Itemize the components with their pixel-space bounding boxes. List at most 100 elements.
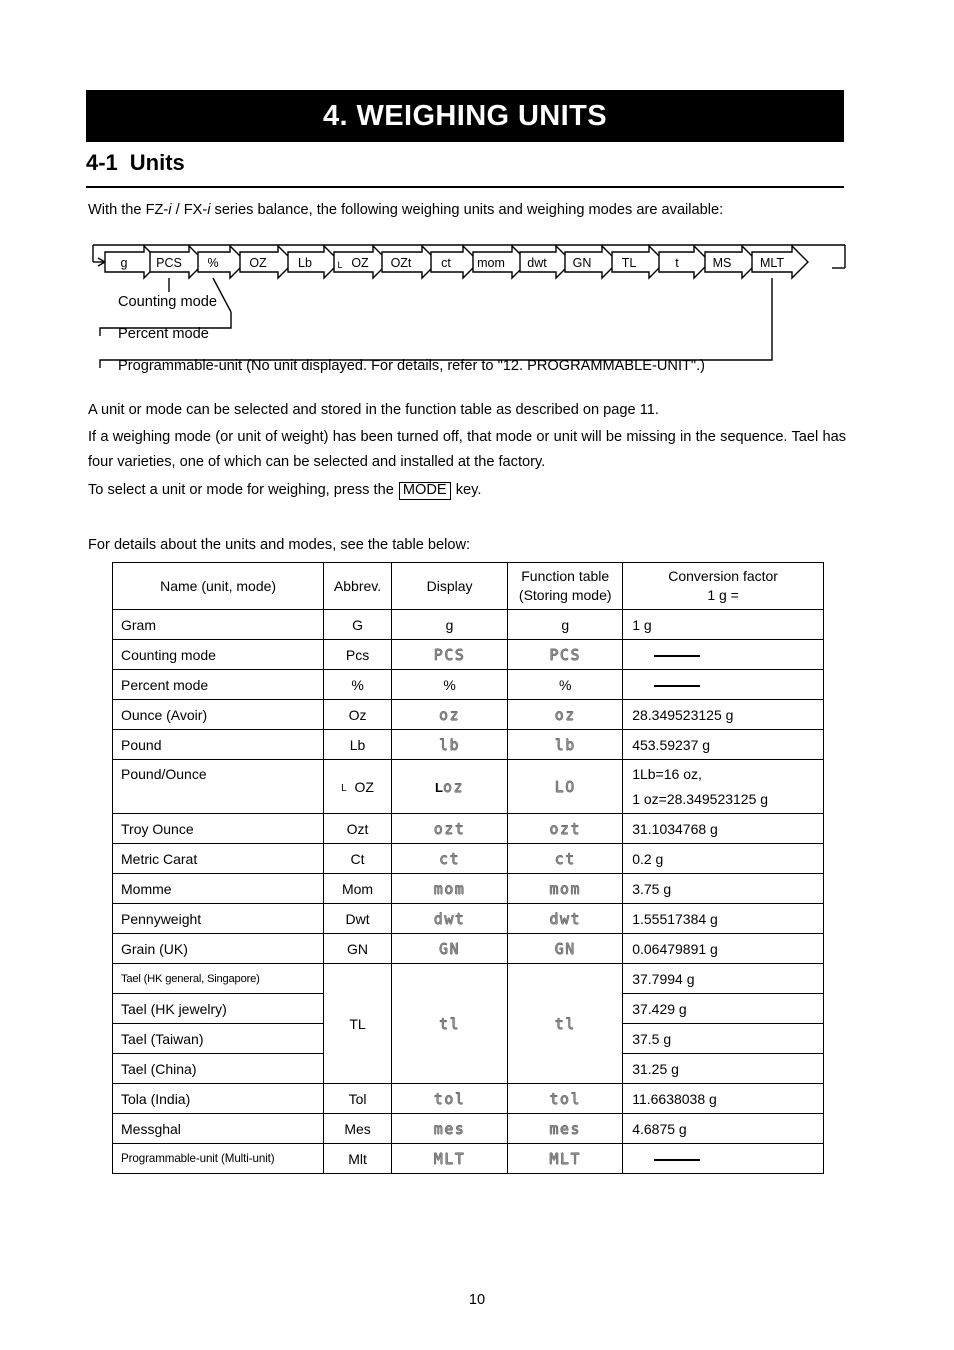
diagram-label-percent-mode: Percent mode	[118, 326, 209, 342]
row-conversion	[622, 1143, 824, 1174]
function-glyph: tl	[554, 1014, 576, 1033]
header-function-table-line1: Function table	[521, 568, 610, 584]
table-row: Troy Ounce Ozt ozt ozt 31.1034768 g	[111, 813, 824, 844]
table-row: Grain (UK) GN GN GN 0.06479891 g	[111, 933, 824, 964]
diagram-label-programmable-unit: Programmable-unit (No unit displayed. Fo…	[118, 358, 706, 374]
function-glyph: %	[558, 676, 572, 693]
function-glyph: MLT	[549, 1149, 582, 1168]
table-row: Percent mode % % %	[111, 669, 824, 700]
mode-text-before: To select a unit or mode for weighing, p…	[88, 482, 398, 498]
unit-label-oz: OZ	[249, 256, 267, 270]
row-conversion: 3.75 g	[622, 873, 824, 904]
mode-key-button[interactable]: MODE	[398, 482, 451, 500]
row-name: Gram	[111, 609, 325, 640]
unit-label-lb: Lb	[298, 256, 312, 270]
row-abbrev: Pcs	[323, 639, 392, 670]
row-abbrev: Dwt	[323, 903, 392, 934]
row-function: PCS	[507, 639, 624, 670]
unit-sequence-diagram: g PCS % OZ Lb L OZ OZt ct mom dwt GN TL …	[88, 240, 850, 385]
no-conversion-dash	[654, 654, 701, 657]
table-header: Name (unit, mode) Abbrev. Display Functi…	[111, 562, 824, 610]
row-display: tol	[390, 1083, 509, 1114]
row-display: PCS	[390, 639, 509, 670]
table-body: Gram G g g 1 g Counting mode Pcs PCS PCS…	[111, 609, 824, 1174]
page-number: 10	[468, 1292, 486, 1308]
function-glyph: LO	[554, 777, 576, 796]
unit-label-dwt: dwt	[527, 256, 547, 270]
row-abbrev: Ct	[323, 843, 392, 874]
row-name: Percent mode	[111, 669, 325, 700]
intro-paragraph: With the FZ-i / FX-i series balance, the…	[88, 198, 848, 223]
row-display: mom	[390, 873, 509, 904]
row-name: Tael (China)	[111, 1053, 325, 1084]
row-abbrev: GN	[323, 933, 392, 964]
tael-abbrev: TL	[323, 963, 392, 1084]
function-glyph: PCS	[549, 645, 582, 664]
display-glyph: MLT	[433, 1149, 466, 1168]
row-name: Tola (India)	[111, 1083, 325, 1114]
row-function: g	[507, 609, 624, 640]
row-display: lb	[390, 729, 509, 760]
row-name: Troy Ounce	[111, 813, 325, 844]
display-glyph: oz	[443, 777, 465, 796]
row-function: ct	[507, 843, 624, 874]
row-display: oz	[390, 699, 509, 730]
row-name: Pennyweight	[111, 903, 325, 934]
function-glyph: dwt	[549, 909, 582, 928]
row-name: Pound	[111, 729, 325, 760]
header-name: Name (unit, mode)	[111, 562, 325, 610]
row-abbrev: Mlt	[323, 1143, 392, 1174]
conversion-line1: 1Lb=16 oz,	[632, 765, 702, 782]
unit-label-ozt: OZt	[391, 256, 412, 270]
row-function: ozt	[507, 813, 624, 844]
chapter-title: 4. WEIGHING UNITS	[323, 99, 607, 132]
section-divider	[86, 186, 844, 188]
row-abbrev: %	[323, 669, 392, 700]
table-row-pound-ounce: Pound/Ounce L OZ Loz LO 1Lb=16 oz, 1 oz=…	[111, 759, 824, 814]
row-function: dwt	[507, 903, 624, 934]
row-conversion: 31.1034768 g	[622, 813, 824, 844]
tael-function: tl	[507, 963, 624, 1084]
table-row: Metric Carat Ct ct ct 0.2 g	[111, 843, 824, 874]
abbrev-main: OZ	[354, 778, 374, 795]
row-conversion	[622, 669, 824, 700]
row-conversion: 1Lb=16 oz, 1 oz=28.349523125 g	[622, 759, 824, 814]
unit-label-mom: mom	[477, 256, 505, 270]
function-glyph: g	[561, 616, 570, 633]
row-function: lb	[507, 729, 624, 760]
row-name: Pound/Ounce	[111, 759, 325, 814]
display-glyph: oz	[439, 705, 461, 724]
table-header-row: Name (unit, mode) Abbrev. Display Functi…	[111, 562, 824, 610]
row-function: MLT	[507, 1143, 624, 1174]
table-row-multi-unit: Programmable-unit (Multi-unit) Mlt MLT M…	[111, 1143, 824, 1174]
table-row: Gram G g g 1 g	[111, 609, 824, 640]
no-conversion-dash	[654, 684, 701, 687]
unit-label-t: t	[675, 256, 679, 270]
display-glyph: lb	[439, 735, 461, 754]
row-abbrev: G	[323, 609, 392, 640]
paragraph-selection-storage: A unit or mode can be selected and store…	[88, 402, 659, 418]
table-row: Momme Mom mom mom 3.75 g	[111, 873, 824, 904]
row-abbrev: Oz	[323, 699, 392, 730]
row-conversion: 37.5 g	[622, 1023, 824, 1054]
row-abbrev: Mes	[323, 1113, 392, 1144]
row-display: %	[390, 669, 509, 700]
row-conversion: 31.25 g	[622, 1053, 824, 1084]
weighing-units-table: Name (unit, mode) Abbrev. Display Functi…	[111, 562, 824, 1174]
row-conversion: 37.7994 g	[622, 963, 824, 994]
display-glyph: ct	[439, 849, 461, 868]
display-glyph: mes	[433, 1119, 466, 1138]
table-row: Messghal Mes mes mes 4.6875 g	[111, 1113, 824, 1144]
header-display: Display	[390, 562, 509, 610]
row-display: mes	[390, 1113, 509, 1144]
row-conversion	[622, 639, 824, 670]
header-abbrev: Abbrev.	[323, 562, 392, 610]
intro-text-mid: / FX-	[171, 202, 208, 218]
unit-label-ct: ct	[441, 256, 451, 270]
paragraph-mode-key: To select a unit or mode for weighing, p…	[88, 478, 846, 503]
unit-label-pct: %	[207, 256, 218, 270]
tael-display: tl	[390, 963, 509, 1084]
row-function: mom	[507, 873, 624, 904]
paragraph-table-intro: For details about the units and modes, s…	[88, 537, 471, 553]
row-conversion: 1 g	[622, 609, 824, 640]
